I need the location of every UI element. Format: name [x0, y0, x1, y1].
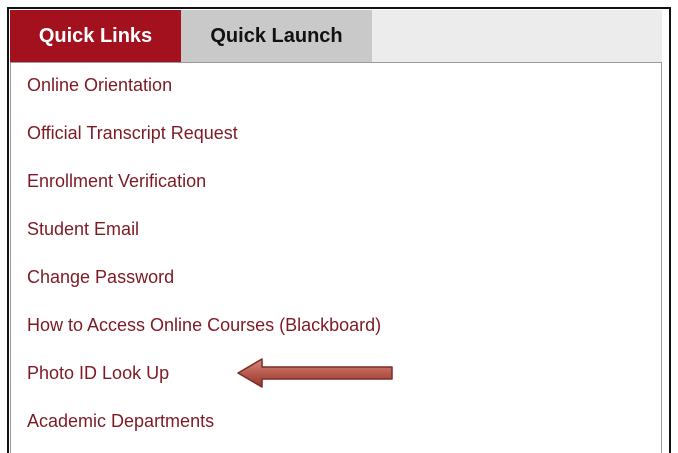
link-enrollment-verification[interactable]: Enrollment Verification: [27, 169, 206, 193]
link-access-online-courses[interactable]: How to Access Online Courses (Blackboard…: [27, 313, 381, 337]
tab-quick-launch[interactable]: Quick Launch: [181, 10, 372, 62]
link-student-email[interactable]: Student Email: [27, 217, 139, 241]
link-photo-id-look-up[interactable]: Photo ID Look Up: [27, 361, 169, 385]
link-online-orientation[interactable]: Online Orientation: [27, 73, 172, 97]
link-official-transcript-request[interactable]: Official Transcript Request: [27, 121, 238, 145]
link-academic-departments[interactable]: Academic Departments: [27, 409, 214, 433]
tab-bar: Quick Links Quick Launch: [10, 10, 662, 62]
links-list-container: Online Orientation Official Transcript R…: [10, 62, 662, 453]
left-arrow-icon: [237, 358, 393, 388]
link-change-password[interactable]: Change Password: [27, 265, 174, 289]
tab-quick-links[interactable]: Quick Links: [10, 10, 181, 62]
